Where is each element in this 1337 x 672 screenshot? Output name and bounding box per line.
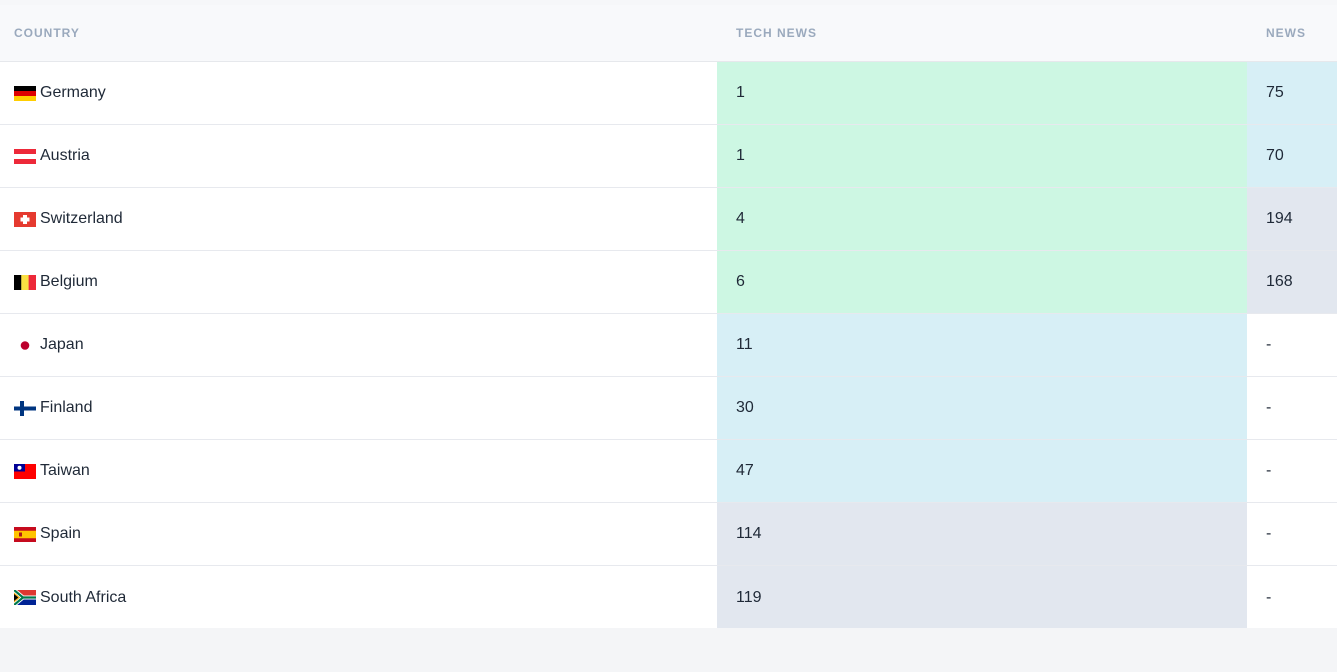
news-cell: 168 xyxy=(1247,251,1337,313)
tech-news-cell: 30 xyxy=(717,377,1247,439)
country-cell: Belgium xyxy=(0,251,717,313)
news-cell: - xyxy=(1247,503,1337,565)
country-cell: South Africa xyxy=(0,566,717,629)
table-header: COUNTRY TECH NEWS NEWS xyxy=(0,5,1337,62)
table-row[interactable]: Switzerland 4 194 xyxy=(0,188,1337,251)
switzerland-flag-icon xyxy=(14,211,36,227)
tech-news-cell: 6 xyxy=(717,251,1247,313)
ranking-table: COUNTRY TECH NEWS NEWS Germany 1 75 Austria… xyxy=(0,5,1337,629)
news-cell: - xyxy=(1247,440,1337,502)
country-cell: Austria xyxy=(0,125,717,187)
country-name: Japan xyxy=(40,336,84,353)
tech-news-cell: 114 xyxy=(717,503,1247,565)
spain-flag-icon xyxy=(14,526,36,542)
news-column-header[interactable]: NEWS xyxy=(1247,26,1337,40)
tech-news-column-header[interactable]: TECH NEWS xyxy=(717,26,1247,40)
table-row[interactable]: Belgium 6 168 xyxy=(0,251,1337,314)
country-name: Switzerland xyxy=(40,210,123,227)
germany-flag-icon xyxy=(14,85,36,101)
country-cell: Germany xyxy=(0,62,717,124)
country-cell: Switzerland xyxy=(0,188,717,250)
news-cell: 70 xyxy=(1247,125,1337,187)
tech-news-cell: 11 xyxy=(717,314,1247,376)
tech-news-cell: 1 xyxy=(717,62,1247,124)
country-name: Spain xyxy=(40,525,81,542)
table-row[interactable]: Germany 1 75 xyxy=(0,62,1337,125)
austria-flag-icon xyxy=(14,148,36,164)
country-name: Finland xyxy=(40,399,93,416)
table-row[interactable]: Finland 30- xyxy=(0,377,1337,440)
country-cell: Taiwan xyxy=(0,440,717,502)
country-cell: Spain xyxy=(0,503,717,565)
table-row[interactable]: Austria 1 70 xyxy=(0,125,1337,188)
country-column-header[interactable]: COUNTRY xyxy=(0,26,717,40)
south-africa-flag-icon xyxy=(14,590,36,605)
table-row[interactable]: South Africa 119- xyxy=(0,566,1337,629)
taiwan-flag-icon xyxy=(14,463,36,479)
news-cell: - xyxy=(1247,566,1337,629)
tech-news-cell: 119 xyxy=(717,566,1247,629)
finland-flag-icon xyxy=(14,400,36,416)
table-row[interactable]: Taiwan 47- xyxy=(0,440,1337,503)
news-cell: 194 xyxy=(1247,188,1337,250)
news-cell: - xyxy=(1247,314,1337,376)
country-cell: Japan xyxy=(0,314,717,376)
country-name: South Africa xyxy=(40,588,127,606)
country-name: Belgium xyxy=(40,273,98,290)
tech-news-cell: 47 xyxy=(717,440,1247,502)
tech-news-cell: 4 xyxy=(717,188,1247,250)
country-cell: Finland xyxy=(0,377,717,439)
tech-news-cell: 1 xyxy=(717,125,1247,187)
japan-flag-icon xyxy=(14,337,36,353)
page-footer-space xyxy=(0,628,1337,672)
country-name: Germany xyxy=(40,84,106,101)
country-name: Taiwan xyxy=(40,462,90,479)
news-cell: 75 xyxy=(1247,62,1337,124)
table-row[interactable]: Spain 114- xyxy=(0,503,1337,566)
country-name: Austria xyxy=(40,147,90,164)
table-row[interactable]: Japan 11- xyxy=(0,314,1337,377)
belgium-flag-icon xyxy=(14,274,36,290)
table-body: Germany 1 75 Austria 1 70 Switzerland 4 194 Belgi… xyxy=(0,62,1337,629)
news-cell: - xyxy=(1247,377,1337,439)
